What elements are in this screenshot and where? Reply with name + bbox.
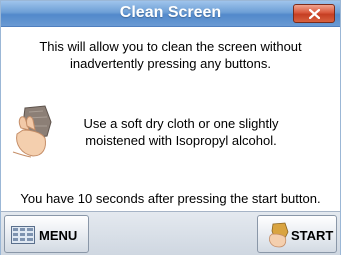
footer-bar: MENU START: [1, 211, 340, 255]
hand-start-icon: [269, 222, 289, 248]
intro-text: This will allow you to clean the screen …: [1, 38, 340, 72]
close-button[interactable]: [293, 4, 335, 23]
hand-with-cloth-icon: [12, 105, 52, 158]
keypad-menu-icon: [11, 226, 35, 244]
countdown-text: You have 10 seconds after pressing the s…: [20, 191, 321, 206]
cloth-line-2: moistened with Isopropyl alcohol.: [85, 133, 277, 148]
clean-screen-dialog: Clean Screen This will allow you to clea…: [0, 0, 341, 255]
intro-line-2: inadvertently pressing any buttons.: [70, 56, 271, 71]
title-bar: Clean Screen: [1, 1, 340, 27]
intro-line-1: This will allow you to clean the screen …: [39, 39, 302, 54]
menu-button[interactable]: MENU: [4, 215, 89, 253]
cloth-line-1: Use a soft dry cloth or one slightly: [83, 116, 279, 131]
cloth-instructions: Use a soft dry cloth or one slightly moi…: [66, 115, 296, 149]
menu-label: MENU: [39, 228, 78, 243]
start-button[interactable]: START: [257, 215, 337, 253]
dialog-title: Clean Screen: [119, 4, 222, 21]
start-label: START: [291, 228, 334, 243]
close-icon: [309, 9, 320, 19]
